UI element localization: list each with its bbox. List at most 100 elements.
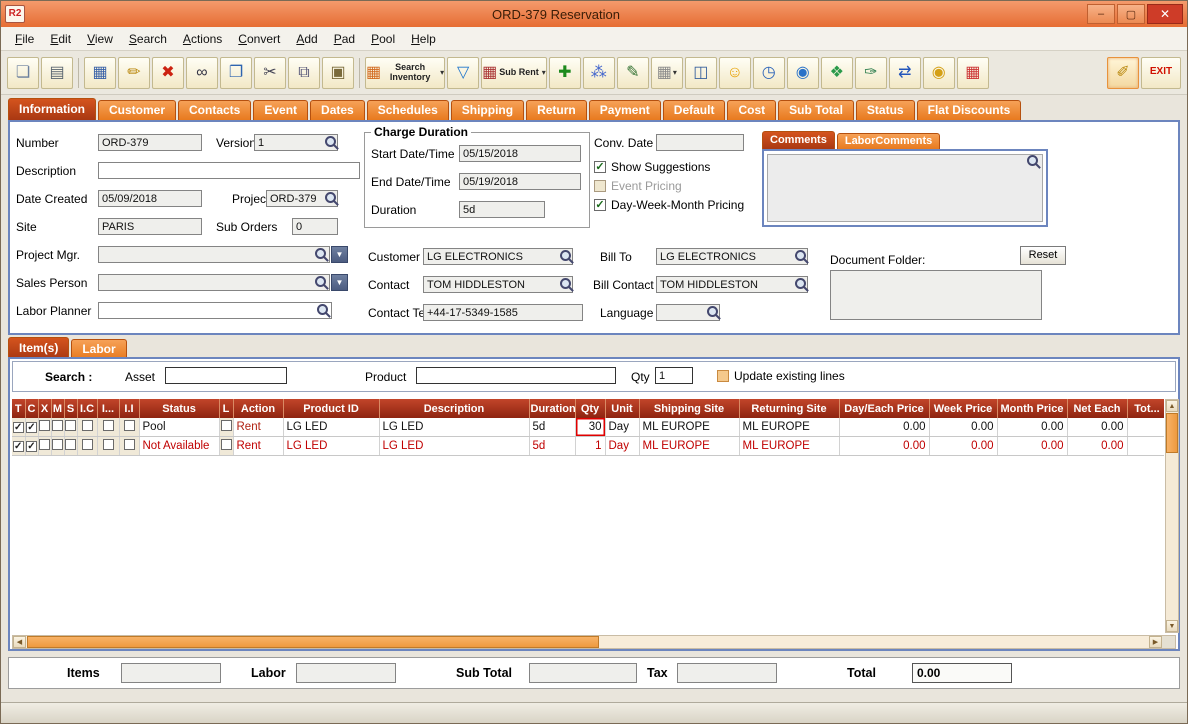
cell-tot[interactable] xyxy=(1127,418,1164,437)
description-input[interactable] xyxy=(98,162,360,179)
cell-unit[interactable]: Day xyxy=(605,418,640,437)
tab-dates[interactable]: Dates xyxy=(310,100,365,120)
tab-customer[interactable]: Customer xyxy=(98,100,177,120)
search-inventory-button[interactable]: ▦ Search Inventory ▾ xyxy=(365,56,446,89)
cell-month-price[interactable]: 0.00 xyxy=(997,418,1068,437)
find-binoculars-button[interactable]: ∞ xyxy=(186,56,218,89)
cell-product-id[interactable]: LG LED xyxy=(283,418,380,437)
edit-pencil-button[interactable]: ✏ xyxy=(118,56,150,89)
vertical-scroll-thumb[interactable] xyxy=(1166,413,1178,453)
tab-status[interactable]: Status xyxy=(855,100,915,120)
scroll-down-arrow[interactable]: ▼ xyxy=(1166,620,1178,632)
duration-input[interactable] xyxy=(459,201,545,218)
maximize-button[interactable]: ▢ xyxy=(1117,4,1145,24)
col-header-s[interactable]: S xyxy=(64,399,78,418)
row-1-check-t[interactable]: ✓ xyxy=(12,441,24,453)
col-header-returning-site[interactable]: Returning Site xyxy=(739,399,840,418)
labor-planner-input[interactable] xyxy=(98,302,332,319)
tab-sub-total[interactable]: Sub Total xyxy=(778,100,854,120)
cell-net-each[interactable]: 0.00 xyxy=(1067,418,1128,437)
col-header-duration[interactable]: Duration xyxy=(529,399,576,418)
row-1-check-s[interactable] xyxy=(65,439,76,450)
col-header-action[interactable]: Action xyxy=(233,399,284,418)
menu-item-help[interactable]: Help xyxy=(403,30,444,48)
row-1-check-i-c[interactable] xyxy=(81,439,93,450)
col-header-product-id[interactable]: Product ID xyxy=(283,399,380,418)
update-existing-lines-checkbox[interactable]: Update existing lines xyxy=(717,369,845,383)
col-header-shipping-site[interactable]: Shipping Site xyxy=(639,399,740,418)
cell-qty[interactable]: 1 xyxy=(575,436,606,456)
cell-duration[interactable]: 5d xyxy=(529,418,576,437)
new-document-button[interactable]: ❏ xyxy=(7,56,39,89)
tab-return[interactable]: Return xyxy=(526,100,587,120)
dims-grid-button[interactable]: ▦ ▾ xyxy=(650,56,683,89)
customer-input[interactable] xyxy=(423,248,573,265)
convert-document-button[interactable]: ❐ xyxy=(220,56,252,89)
language-search-icon[interactable] xyxy=(706,305,720,319)
sync-transfer-button[interactable]: ⇄ xyxy=(888,56,921,89)
cell-product-id[interactable]: LG LED xyxy=(283,436,380,456)
checkbox-event-pricing[interactable]: Event Pricing xyxy=(594,179,744,193)
cell-qty[interactable]: 30 xyxy=(575,418,606,437)
sales-person-dropdown-button[interactable]: ▼ xyxy=(331,274,348,291)
cell-net-each[interactable]: 0.00 xyxy=(1067,436,1128,456)
row-0-check-i[interactable] xyxy=(102,420,114,431)
col-header-i[interactable]: I... xyxy=(97,399,120,418)
minimize-button[interactable]: – xyxy=(1087,4,1115,24)
tab-comments[interactable]: Comments xyxy=(762,131,835,149)
update-existing-lines-box[interactable] xyxy=(717,370,729,382)
tab-schedules[interactable]: Schedules xyxy=(366,100,449,120)
clock-button[interactable]: ◷ xyxy=(752,56,785,89)
row-0-check-m[interactable] xyxy=(52,420,63,431)
tab-information[interactable]: Information xyxy=(8,98,96,120)
sub-orders-input[interactable] xyxy=(292,218,338,235)
cell-description[interactable]: LG LED xyxy=(379,436,530,456)
contact-tel-input[interactable] xyxy=(423,304,583,321)
contact-input[interactable] xyxy=(423,276,573,293)
cell-day-each-price[interactable]: 0.00 xyxy=(839,436,930,456)
scroll-up-arrow[interactable]: ▲ xyxy=(1166,400,1178,412)
cell-day-each-price[interactable]: 0.00 xyxy=(839,418,930,437)
row-1-check-x[interactable] xyxy=(39,439,50,450)
col-header-i-i[interactable]: I.I xyxy=(119,399,140,418)
row-1-check-m[interactable] xyxy=(52,439,63,450)
tab-item-s[interactable]: Item(s) xyxy=(8,337,70,359)
items-horizontal-scrollbar[interactable]: ◀ ▶ xyxy=(12,635,1176,649)
row-0-check-t[interactable]: ✓ xyxy=(12,422,24,434)
contact-search-icon[interactable] xyxy=(559,277,573,291)
tab-contacts[interactable]: Contacts xyxy=(178,100,252,120)
cell-action[interactable]: Rent xyxy=(233,418,284,437)
checkbox-show-suggestions[interactable]: ✓ Show Suggestions xyxy=(594,160,744,174)
table-row[interactable]: ✓ ✓ Pool Rent LG LED LG LED 5d 30 Day ML EUROPE ML… xyxy=(12,418,1164,437)
coins-button[interactable]: ◉ xyxy=(922,56,955,89)
cell-tot[interactable] xyxy=(1127,436,1164,456)
menu-item-actions[interactable]: Actions xyxy=(175,30,230,48)
print-preview-button[interactable]: ◫ xyxy=(684,56,717,89)
cell-duration[interactable]: 5d xyxy=(529,436,576,456)
row-0-check-i-i[interactable] xyxy=(123,420,135,431)
project-mgr-dropdown-button[interactable]: ▼ xyxy=(331,246,348,263)
cell-week-price[interactable]: 0.00 xyxy=(929,418,998,437)
version-search-icon[interactable] xyxy=(324,135,338,149)
row-1-l-check[interactable] xyxy=(220,439,232,450)
col-header-tot[interactable]: Tot... xyxy=(1127,399,1164,418)
product-search-input[interactable] xyxy=(416,367,616,384)
dims-grid-dropdown-arrow[interactable]: ▾ xyxy=(672,68,677,77)
scroll-left-arrow[interactable]: ◀ xyxy=(13,636,26,648)
cube-stack-button[interactable]: ❖ xyxy=(820,56,853,89)
delete-button[interactable]: ✖ xyxy=(152,56,184,89)
close-button[interactable]: ✕ xyxy=(1147,4,1183,24)
spheres-button[interactable]: ⁂ xyxy=(582,56,615,89)
row-1-check-i[interactable] xyxy=(102,439,114,450)
form-edit-button[interactable]: ✑ xyxy=(854,56,887,89)
bill-to-input[interactable] xyxy=(656,248,808,265)
col-header-x[interactable]: X xyxy=(38,399,52,418)
tab-shipping[interactable]: Shipping xyxy=(450,100,525,120)
col-header-t[interactable]: T xyxy=(12,399,26,418)
tab-laborcomments[interactable]: LaborComments xyxy=(836,133,941,149)
cell-status[interactable]: Pool xyxy=(139,418,220,437)
smiley-button[interactable]: ☺ xyxy=(718,56,751,89)
menu-item-convert[interactable]: Convert xyxy=(230,30,288,48)
row-0-l-check[interactable] xyxy=(220,420,232,431)
labor-planner-search-icon[interactable] xyxy=(316,303,330,317)
